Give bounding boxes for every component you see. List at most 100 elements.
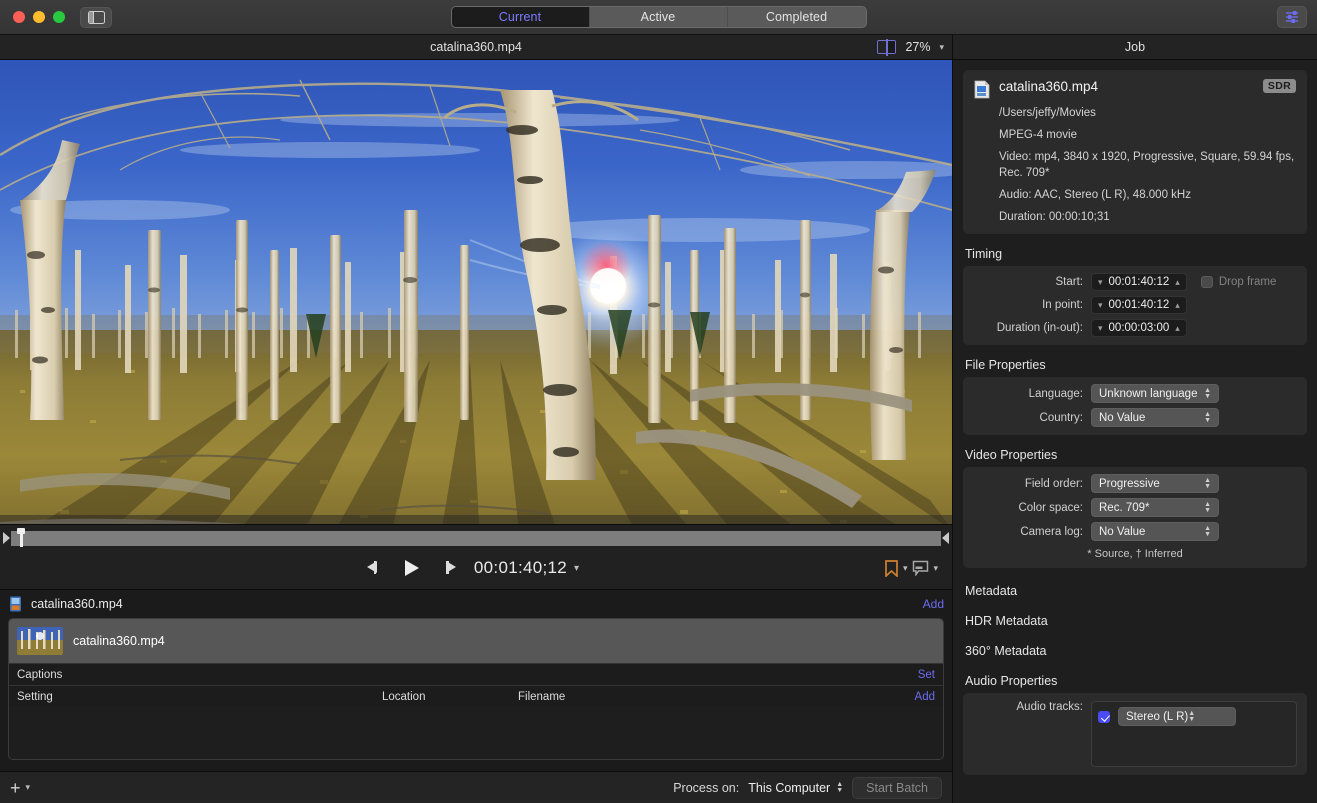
audio-track-checkbox[interactable]: [1098, 711, 1110, 723]
section-metadata[interactable]: Metadata: [965, 584, 1307, 598]
bookmark-icon[interactable]: [884, 560, 899, 577]
chevron-up-icon[interactable]: ▴: [1175, 300, 1180, 311]
audio-tracks-list[interactable]: Stereo (L R) ▲▼: [1091, 701, 1297, 767]
playback-right-controls: ▾ ▾: [884, 560, 938, 577]
chevron-down-icon[interactable]: ▾: [1098, 323, 1103, 334]
color-space-select[interactable]: Rec. 709* ▲▼: [1091, 498, 1219, 517]
drop-frame-checkbox[interactable]: [1201, 276, 1213, 288]
scrub-in-handle[interactable]: [2, 531, 11, 546]
skip-next-icon[interactable]: [433, 560, 450, 576]
batch-job-row[interactable]: catalina360.mp4: [9, 619, 943, 663]
chevron-down-icon[interactable]: ▾: [1098, 300, 1103, 311]
file-properties-title: File Properties: [965, 358, 1307, 372]
play-icon[interactable]: [403, 560, 420, 576]
settings-add-button[interactable]: Add: [915, 691, 935, 703]
batch-job-name: catalina360.mp4: [73, 634, 165, 648]
batch-add-button[interactable]: Add: [923, 597, 944, 611]
process-on-popup[interactable]: This Computer ▲▼: [748, 781, 843, 795]
timing-row-start: Start: ▾ 00:01:40:12 ▴ Drop frame: [973, 273, 1297, 291]
country-select[interactable]: No Value ▲▼: [1091, 408, 1219, 427]
chevron-down-icon[interactable]: ▾: [1098, 277, 1103, 288]
job-inspector: Job catalina360.mp4 SDR /Users/jeffy/Mov: [952, 35, 1317, 803]
in-point-label: In point:: [973, 299, 1091, 311]
video-preview[interactable]: [0, 60, 952, 524]
duration-timecode-field[interactable]: ▾ 00:00:03:00 ▴: [1091, 319, 1187, 337]
tab-current[interactable]: Current: [452, 7, 590, 27]
in-point-timecode-value: 00:01:40:12: [1109, 299, 1170, 311]
captions-label: Captions: [17, 669, 62, 681]
video-properties-title: Video Properties: [965, 448, 1307, 462]
source-inferred-note: * Source, † Inferred: [973, 548, 1297, 560]
skip-previous-icon[interactable]: [373, 560, 390, 576]
transport-buttons: [373, 560, 450, 576]
column-location: Location: [382, 691, 518, 703]
comment-icon[interactable]: [912, 560, 929, 576]
settings-header-row: Setting Location Filename Add: [9, 685, 943, 707]
captions-set-button[interactable]: Set: [918, 669, 935, 681]
chevron-up-icon[interactable]: ▴: [1175, 323, 1180, 334]
drop-frame-label: Drop frame: [1219, 276, 1277, 288]
chevron-down-icon[interactable]: ▾: [939, 42, 944, 53]
batch-header: catalina360.mp4 Add: [8, 590, 944, 618]
job-file-name: catalina360.mp4: [999, 79, 1098, 94]
tab-completed[interactable]: Completed: [728, 7, 866, 27]
add-chevron-down-icon[interactable]: ▾: [26, 782, 31, 793]
caption-control[interactable]: ▾: [912, 560, 938, 576]
bottom-bar: + ▾ Process on: This Computer ▲▼ Start B…: [0, 771, 952, 803]
scrubber-row[interactable]: [0, 525, 952, 547]
process-on-label: Process on:: [673, 781, 739, 795]
transport-row: 00:01:40;12 ▾ ▾: [0, 547, 952, 589]
stepper-icon: ▲▼: [1204, 478, 1211, 489]
section-hdr-metadata[interactable]: HDR Metadata: [965, 614, 1307, 628]
split-view-icon[interactable]: [877, 40, 896, 54]
view-mode-segmented-control[interactable]: Current Active Completed: [451, 6, 867, 28]
process-on-value: This Computer: [748, 781, 830, 795]
in-point-timecode-field[interactable]: ▾ 00:01:40:12 ▴: [1091, 296, 1187, 314]
sliders-icon: [1285, 10, 1300, 24]
drop-frame-control[interactable]: Drop frame: [1201, 276, 1277, 288]
zoom-level[interactable]: 27%: [905, 40, 930, 54]
current-timecode[interactable]: 00:01:40;12: [474, 558, 567, 578]
camera-log-label: Camera log:: [973, 526, 1091, 538]
tab-active[interactable]: Active: [590, 7, 728, 27]
captions-row[interactable]: Captions Set: [9, 663, 943, 685]
file-path: /Users/jeffy/Movies: [974, 106, 1296, 121]
scrubber-track[interactable]: [11, 531, 941, 546]
chevron-up-icon[interactable]: ▴: [1175, 277, 1180, 288]
close-button[interactable]: [13, 11, 25, 23]
field-order-select[interactable]: Progressive ▲▼: [1091, 474, 1219, 493]
scrub-out-handle[interactable]: [941, 531, 950, 546]
bookmark-chevron-down-icon[interactable]: ▾: [903, 563, 908, 574]
color-space-value: Rec. 709*: [1099, 502, 1204, 514]
zoom-button[interactable]: [53, 11, 65, 23]
audio-properties-section: Audio tracks: Stereo (L R) ▲▼: [963, 693, 1307, 775]
job-panel-content[interactable]: catalina360.mp4 SDR /Users/jeffy/Movies …: [953, 60, 1317, 803]
language-select[interactable]: Unknown language ▲▼: [1091, 384, 1219, 403]
field-order-value: Progressive: [1099, 478, 1204, 490]
playhead-handle[interactable]: [17, 528, 25, 547]
minimize-button[interactable]: [33, 11, 45, 23]
color-space-row: Color space: Rec. 709* ▲▼: [973, 498, 1297, 517]
file-duration: Duration: 00:00:10;31: [974, 210, 1296, 225]
start-label: Start:: [973, 276, 1091, 288]
audio-properties-title: Audio Properties: [965, 674, 1307, 688]
start-timecode-field[interactable]: ▾ 00:01:40:12 ▴: [1091, 273, 1187, 291]
plus-icon[interactable]: +: [10, 779, 21, 797]
file-properties-section: Language: Unknown language ▲▼ Country: N…: [963, 377, 1307, 435]
video-thumbnail: [17, 627, 63, 655]
start-batch-button[interactable]: Start Batch: [852, 777, 942, 799]
audio-track-select[interactable]: Stereo (L R) ▲▼: [1118, 707, 1236, 726]
sidebar-toggle-button[interactable]: [80, 7, 112, 28]
audio-track-item[interactable]: Stereo (L R) ▲▼: [1098, 707, 1290, 726]
timecode-chevron-down-icon[interactable]: ▾: [574, 563, 579, 574]
settings-sliders-button[interactable]: [1277, 6, 1307, 28]
thumbnail-image: [17, 627, 63, 655]
job-panel-header: Job: [953, 35, 1317, 60]
bookmark-control[interactable]: ▾: [884, 560, 908, 577]
file-info-card: catalina360.mp4 SDR /Users/jeffy/Movies …: [963, 70, 1307, 234]
caption-chevron-down-icon[interactable]: ▾: [933, 563, 938, 574]
language-row: Language: Unknown language ▲▼: [973, 384, 1297, 403]
stepper-icon: ▲▼: [1204, 526, 1211, 537]
section-360-metadata[interactable]: 360° Metadata: [965, 644, 1307, 658]
camera-log-select[interactable]: No Value ▲▼: [1091, 522, 1219, 541]
